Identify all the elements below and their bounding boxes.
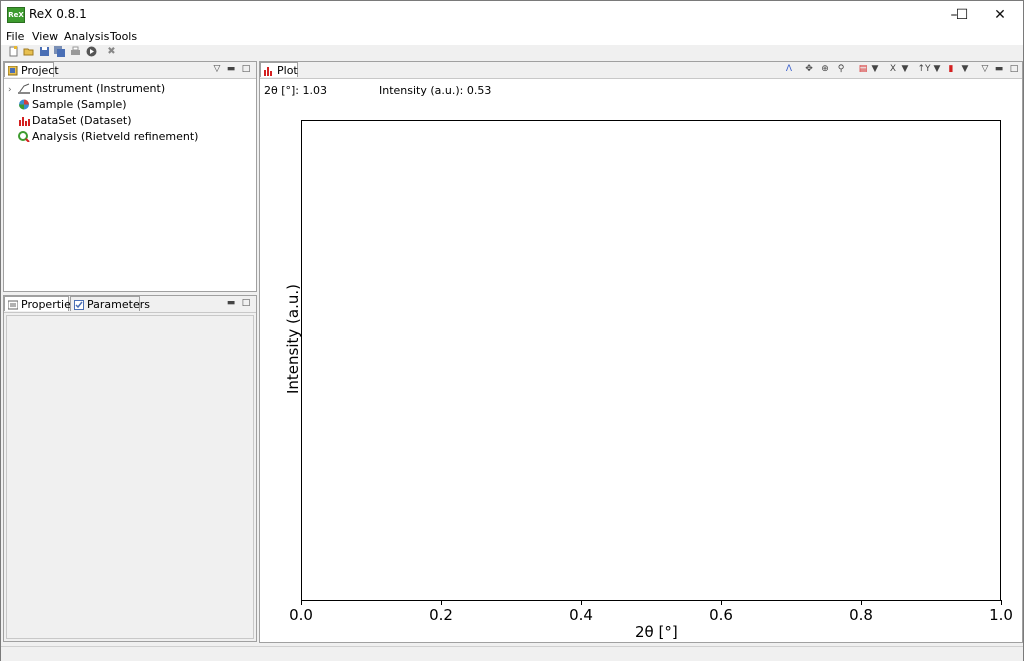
plot-tabbar: Plot Λ ✥ ⊕ ⚲ ▤ ▼ X ▼ ↑Y ▼ ▮ ▼ ▽ ▬ □ xyxy=(260,62,1022,79)
project-tabbar: Project ▽ ▬ □ xyxy=(4,62,256,79)
chevron-down-icon[interactable]: ▼ xyxy=(932,63,942,75)
instrument-icon xyxy=(18,83,30,94)
plot-area[interactable] xyxy=(301,120,1001,601)
close-window-button[interactable]: ✕ xyxy=(977,1,1023,29)
app-window: ReX ReX 0.8.1 – ☐ ✕ File View Analysis T… xyxy=(0,0,1024,661)
print-icon[interactable] xyxy=(70,46,81,57)
maximize-panel-icon[interactable]: □ xyxy=(1009,63,1019,75)
minimize-panel-icon[interactable]: ▬ xyxy=(226,297,236,309)
x-tick-mark xyxy=(1000,600,1002,605)
view-menu-icon[interactable]: ▽ xyxy=(980,63,990,75)
save-icon[interactable] xyxy=(39,46,50,57)
open-folder-icon[interactable] xyxy=(23,46,34,57)
status-bar xyxy=(1,646,1023,661)
tab-plot-label: Plot xyxy=(277,64,298,77)
tab-parameters[interactable]: Parameters xyxy=(70,296,150,311)
properties-tabbar: Properties Parameters ▬ □ xyxy=(4,296,256,313)
menu-bar: File View Analysis Tools xyxy=(1,29,1023,45)
tab-project[interactable]: Project xyxy=(4,62,59,77)
x-tick-label: 0.0 xyxy=(289,606,313,624)
x-tick-label: 0.2 xyxy=(429,606,453,624)
chevron-down-icon[interactable]: ▼ xyxy=(960,63,970,75)
x-tick-mark xyxy=(860,600,862,605)
project-icon xyxy=(7,65,18,76)
zoom-out-icon[interactable]: ⊕ xyxy=(820,63,830,75)
tab-properties-label: Properties xyxy=(21,298,77,311)
tree-item-label: DataSet (Dataset) xyxy=(32,114,132,127)
zoom-in-icon[interactable]: ⚲ xyxy=(836,63,846,75)
x-axis-button[interactable]: X xyxy=(888,63,898,75)
sample-icon xyxy=(18,99,30,110)
x-tick-label: 0.8 xyxy=(849,606,873,624)
tree-item-analysis[interactable]: Analysis (Rietveld refinement) xyxy=(8,129,198,145)
tab-plot[interactable]: Plot xyxy=(260,62,298,77)
tree-item-sample[interactable]: Sample (Sample) xyxy=(8,97,127,113)
chart-type-icon[interactable]: ▤ xyxy=(858,63,868,75)
app-logo-icon: ReX xyxy=(7,7,25,23)
zoom-fit-icon[interactable]: ✥ xyxy=(804,63,814,75)
x-tick-label: 1.0 xyxy=(989,606,1013,624)
tree-item-instrument[interactable]: › Instrument (Instrument) xyxy=(8,81,165,97)
tab-project-label: Project xyxy=(21,64,59,77)
tab-parameters-label: Parameters xyxy=(87,298,150,311)
menu-file[interactable]: File xyxy=(6,30,24,43)
peak-icon[interactable]: Λ xyxy=(784,63,794,75)
tree-item-label: Analysis (Rietveld refinement) xyxy=(32,130,199,143)
save-all-icon[interactable] xyxy=(54,46,65,57)
title-bar: ReX ReX 0.8.1 – ☐ ✕ xyxy=(1,1,1023,29)
properties-panel: Properties Parameters ▬ □ xyxy=(3,295,257,642)
x-tick-mark xyxy=(440,600,442,605)
tree-item-dataset[interactable]: DataSet (Dataset) xyxy=(8,113,131,129)
x-tick-label: 0.6 xyxy=(709,606,733,624)
chevron-down-icon[interactable]: ▼ xyxy=(900,63,910,75)
view-menu-icon[interactable]: ▽ xyxy=(212,63,222,75)
checkbox-icon xyxy=(74,299,84,310)
run-icon[interactable] xyxy=(86,46,97,57)
x-tick-mark xyxy=(300,600,302,605)
maximize-panel-icon[interactable]: □ xyxy=(241,63,251,75)
tree-item-label: Instrument (Instrument) xyxy=(32,82,166,95)
x-tick-label: 0.4 xyxy=(569,606,593,624)
new-file-icon[interactable] xyxy=(8,46,19,57)
window-title: ReX 0.8.1 xyxy=(29,7,87,21)
tab-properties[interactable]: Properties xyxy=(4,296,77,311)
project-panel: Project ▽ ▬ □ › Instrument (Instrument) S… xyxy=(3,61,257,292)
y-axis-label: Intensity (a.u.) xyxy=(284,284,302,394)
x-tick-mark xyxy=(720,600,722,605)
main-toolbar: ✖ xyxy=(1,45,1023,59)
minimize-panel-icon[interactable]: ▬ xyxy=(994,63,1004,75)
maximize-panel-icon[interactable]: □ xyxy=(241,297,251,309)
cursor-x-readout: 2θ [°]: 1.03 xyxy=(264,84,328,97)
minimize-panel-icon[interactable]: ▬ xyxy=(226,63,236,75)
properties-content xyxy=(6,315,254,639)
dataset-icon xyxy=(18,115,30,126)
cursor-y-readout: Intensity (a.u.): 0.53 xyxy=(379,84,492,97)
y-axis-button[interactable]: ↑Y xyxy=(916,63,932,75)
x-axis-label: 2θ [°] xyxy=(635,623,678,641)
chevron-down-icon[interactable]: ▼ xyxy=(870,63,880,75)
menu-tools[interactable]: Tools xyxy=(110,30,137,43)
series-icon[interactable]: ▮ xyxy=(946,63,956,75)
x-tick-mark xyxy=(580,600,582,605)
tree-item-label: Sample (Sample) xyxy=(32,98,127,111)
expand-chevron-icon[interactable]: › xyxy=(8,82,18,98)
close-icon[interactable]: ✖ xyxy=(106,46,117,57)
menu-view[interactable]: View xyxy=(32,30,58,43)
menu-analysis[interactable]: Analysis xyxy=(64,30,109,43)
analysis-icon xyxy=(18,131,30,143)
plot-icon xyxy=(264,65,274,76)
properties-icon xyxy=(7,299,19,310)
